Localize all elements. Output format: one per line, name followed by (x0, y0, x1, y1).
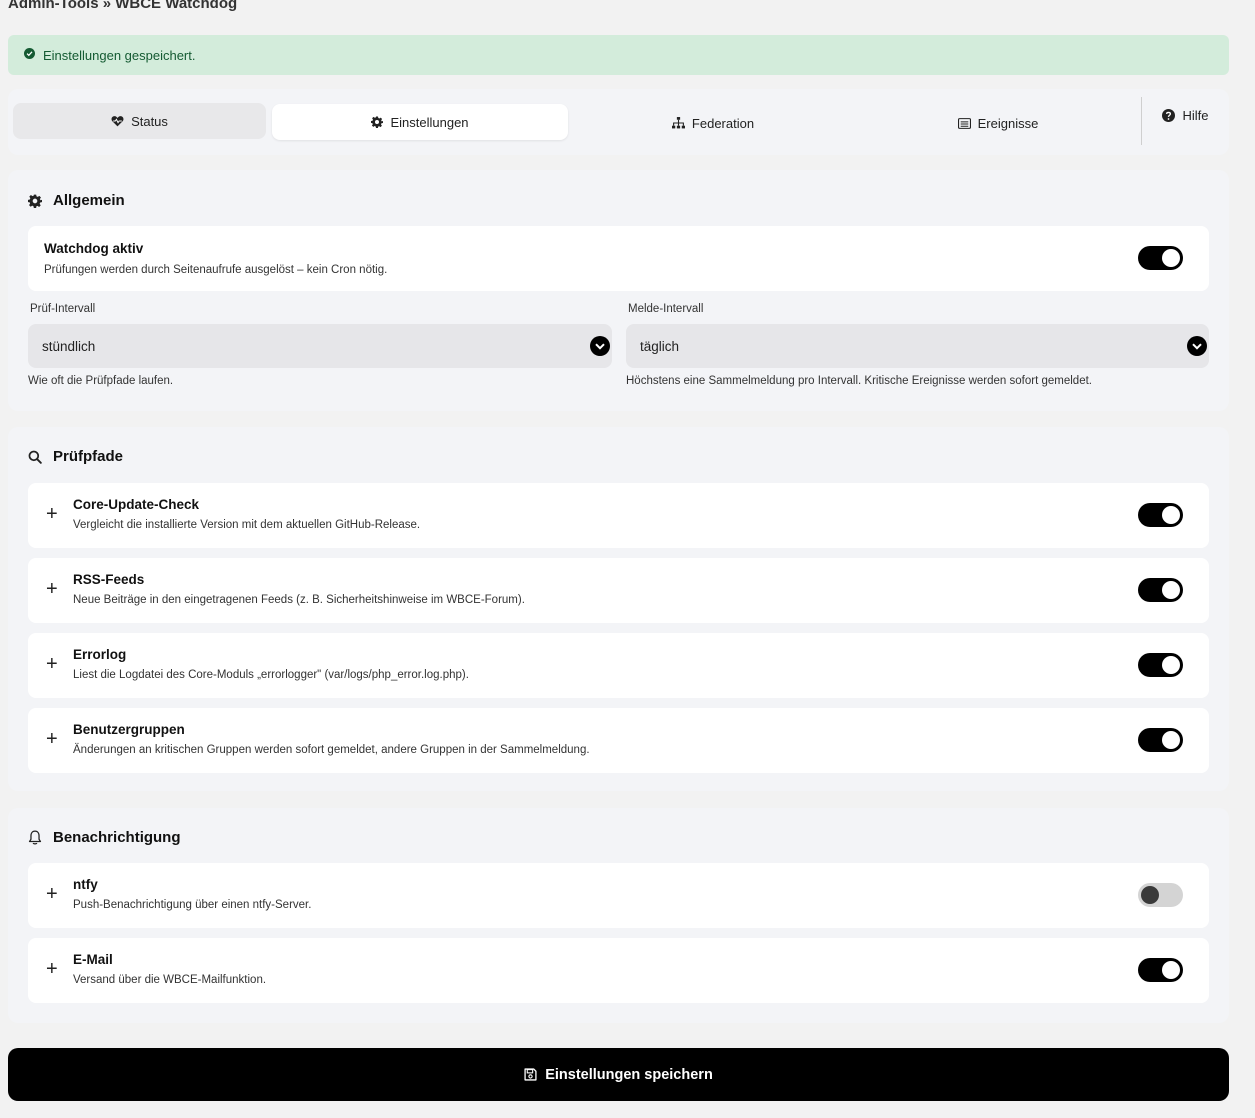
notify-toggle-ntfy[interactable] (1138, 883, 1183, 907)
notify-title: Benachrichtigung (28, 829, 181, 846)
tab-help[interactable]: Hilfe (1142, 97, 1229, 133)
paths-section: Prüfpfade + Core-Update-Check Vergleicht… (8, 427, 1229, 791)
path-title: Core-Update-Check (73, 497, 200, 512)
notify-title-text: Benachrichtigung (53, 829, 181, 846)
alert-text: Einstellungen gespeichert. (43, 47, 196, 63)
path-row-core-update: + Core-Update-Check Vergleicht die insta… (28, 483, 1209, 548)
tab-federation[interactable]: Federation (568, 105, 858, 141)
report-interval-hint: Höchstens eine Sammelmeldung pro Interva… (626, 375, 1092, 387)
expand-icon[interactable]: + (46, 958, 58, 980)
check-interval-select[interactable]: stündlich (28, 324, 612, 368)
path-desc: Änderungen an kritischen Gruppen werden … (73, 744, 590, 756)
report-interval-value: täglich (640, 338, 680, 354)
path-title: Benutzergruppen (73, 722, 185, 737)
sitemap-icon (671, 117, 685, 129)
save-button-label: Einstellungen speichern (545, 1066, 713, 1083)
watchdog-title: Watchdog aktiv (44, 241, 144, 256)
path-row-user-groups: + Benutzergruppen Änderungen an kritisch… (28, 708, 1209, 773)
path-row-errorlog: + Errorlog Liest die Logdatei des Core-M… (28, 633, 1209, 698)
watchdog-desc: Prüfungen werden durch Seitenaufrufe aus… (44, 264, 388, 276)
tab-events-label: Ereignisse (977, 115, 1039, 131)
notify-item-desc: Versand über die WBCE-Mailfunktion. (73, 974, 267, 986)
check-interval-hint: Wie oft die Prüfpfade laufen. (28, 375, 174, 387)
expand-icon[interactable]: + (46, 578, 58, 600)
tab-status[interactable]: Status (13, 103, 266, 139)
path-title: Errorlog (73, 647, 127, 662)
check-interval-value: stündlich (42, 338, 96, 354)
gear-icon (371, 116, 384, 128)
notify-item-title: ntfy (73, 877, 98, 892)
check-circle-icon (24, 47, 35, 59)
notify-toggle-email[interactable] (1138, 958, 1183, 982)
paths-title: Prüfpfade (28, 448, 123, 465)
path-row-rss-feeds: + RSS-Feeds Neue Beiträge in den eingetr… (28, 558, 1209, 623)
notify-row-email: + E-Mail Versand über die WBCE-Mailfunkt… (28, 938, 1209, 1003)
notify-section: Benachrichtigung + ntfy Push-Benachricht… (8, 808, 1229, 1023)
expand-icon[interactable]: + (46, 503, 58, 525)
gear-icon (28, 194, 42, 208)
expand-icon[interactable]: + (46, 728, 58, 750)
tab-status-label: Status (131, 113, 168, 129)
heart-pulse-icon (111, 116, 124, 127)
path-toggle-user-groups[interactable] (1138, 728, 1183, 752)
notify-item-title: E-Mail (73, 952, 113, 967)
question-circle-icon (1162, 108, 1176, 122)
floppy-disk-icon (524, 1068, 537, 1081)
path-toggle-rss-feeds[interactable] (1138, 578, 1183, 602)
list-icon (957, 117, 971, 129)
bell-icon (28, 830, 42, 845)
chevron-down-icon (590, 336, 610, 356)
notify-item-desc: Push-Benachrichtigung über einen ntfy-Se… (73, 899, 312, 911)
check-interval-label: Prüf-Intervall (30, 303, 96, 315)
path-desc: Liest die Logdatei des Core-Moduls „erro… (73, 669, 469, 681)
general-title: Allgemein (28, 192, 125, 209)
path-toggle-core-update[interactable] (1138, 503, 1183, 527)
chevron-down-icon (1187, 336, 1207, 356)
report-interval-label: Melde-Intervall (628, 303, 704, 315)
breadcrumb: Admin-Tools » WBCE Watchdog (8, 0, 238, 12)
watchdog-toggle[interactable] (1138, 246, 1183, 270)
general-title-text: Allgemein (53, 192, 125, 209)
notify-row-ntfy: + ntfy Push-Benachrichtigung über einen … (28, 863, 1209, 928)
tab-settings[interactable]: Einstellungen (272, 104, 568, 140)
general-section: Allgemein Watchdog aktiv Prüfungen werde… (8, 170, 1229, 411)
expand-icon[interactable]: + (46, 653, 58, 675)
success-alert: Einstellungen gespeichert. (8, 35, 1229, 75)
tab-events[interactable]: Ereignisse (858, 105, 1138, 141)
path-toggle-errorlog[interactable] (1138, 653, 1183, 677)
report-interval-select[interactable]: täglich (626, 324, 1209, 368)
path-desc: Neue Beiträge in den eingetragenen Feeds… (73, 594, 525, 606)
tab-federation-label: Federation (691, 115, 755, 131)
path-desc: Vergleicht die installierte Version mit … (73, 519, 421, 531)
expand-icon[interactable]: + (46, 883, 58, 905)
paths-title-text: Prüfpfade (53, 448, 124, 465)
watchdog-active-row: Watchdog aktiv Prüfungen werden durch Se… (28, 226, 1209, 291)
search-icon (28, 450, 42, 464)
save-settings-button[interactable]: Einstellungen speichern (8, 1048, 1229, 1101)
tab-bar: Status Einstellungen Federation Ereignis… (8, 89, 1229, 155)
path-title: RSS-Feeds (73, 572, 145, 587)
tab-help-label: Hilfe (1182, 107, 1209, 123)
tab-settings-label: Einstellungen (390, 114, 469, 130)
